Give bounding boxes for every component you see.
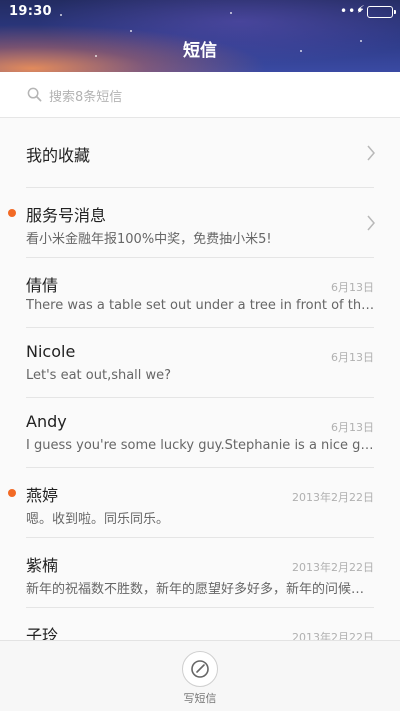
thread-name: 倩倩 xyxy=(26,276,59,295)
bottom-bar: 写短信 xyxy=(0,640,400,711)
thread-row[interactable]: 燕婷 2013年2月22日 嗯。收到啦。同乐同乐。 xyxy=(0,468,400,538)
chevron-right-icon xyxy=(367,145,375,161)
thread-date: 6月13日 xyxy=(331,281,374,294)
thread-name: 紫楠 xyxy=(26,556,59,575)
status-bar: 19:30 ••• ⚡ xyxy=(0,0,400,24)
app-header: 19:30 ••• ⚡ 短信 xyxy=(0,0,400,72)
thread-preview: I guess you're some lucky guy.Stephanie … xyxy=(26,438,376,453)
unread-dot xyxy=(8,489,16,497)
thread-preview: Let's eat out,shall we? xyxy=(26,368,172,383)
thread-row[interactable]: 子玲 2013年2月22日 xyxy=(0,608,400,640)
thread-date: 6月13日 xyxy=(331,421,374,434)
conversation-list[interactable]: 我的收藏 服务号消息 看小米金融年报100%中奖，免费抽小米5! 倩倩 6月13… xyxy=(0,118,400,640)
unread-dot xyxy=(8,209,16,217)
thread-preview: 新年的祝福数不胜数，新年的愿望好多好多，新年的问候送给你 xyxy=(26,582,376,597)
thread-row[interactable]: Nicole 6月13日 Let's eat out,shall we? xyxy=(0,328,400,398)
status-time: 19:30 xyxy=(9,4,52,19)
compose-icon xyxy=(191,660,209,678)
page-title: 短信 xyxy=(183,41,217,61)
search-input[interactable]: 搜索8条短信 xyxy=(49,86,122,105)
thread-date: 2013年2月22日 xyxy=(292,491,374,504)
thread-row[interactable]: 倩倩 6月13日 There was a table set out under… xyxy=(0,258,400,328)
thread-row[interactable]: 紫楠 2013年2月22日 新年的祝福数不胜数，新年的愿望好多好多，新年的问候送… xyxy=(0,538,400,608)
search-icon xyxy=(27,87,42,102)
thread-name: Nicole xyxy=(26,342,76,361)
thread-name: 燕婷 xyxy=(26,486,59,505)
thread-name: Andy xyxy=(26,412,67,431)
thread-preview: 嗯。收到啦。同乐同乐。 xyxy=(26,512,170,527)
favorites-label: 我的收藏 xyxy=(26,146,91,165)
thread-preview: There was a table set out under a tree i… xyxy=(26,298,376,313)
favorites-row[interactable]: 我的收藏 xyxy=(0,118,400,188)
thread-row[interactable]: Andy 6月13日 I guess you're some lucky guy… xyxy=(0,398,400,468)
chevron-right-icon xyxy=(367,215,375,231)
thread-name: 服务号消息 xyxy=(26,206,107,225)
thread-date: 2013年2月22日 xyxy=(292,561,374,574)
thread-name: 子玲 xyxy=(26,626,59,640)
compose-label: 写短信 xyxy=(183,692,217,705)
compose-button[interactable] xyxy=(182,651,218,687)
service-messages-row[interactable]: 服务号消息 看小米金融年报100%中奖，免费抽小米5! xyxy=(0,188,400,258)
thread-date: 2013年2月22日 xyxy=(292,631,374,640)
search-bar[interactable]: 搜索8条短信 xyxy=(0,72,400,118)
charging-icon: ⚡ xyxy=(357,3,365,16)
battery-icon xyxy=(367,6,396,18)
thread-date: 6月13日 xyxy=(331,351,374,364)
thread-preview: 看小米金融年报100%中奖，免费抽小米5! xyxy=(26,232,272,247)
